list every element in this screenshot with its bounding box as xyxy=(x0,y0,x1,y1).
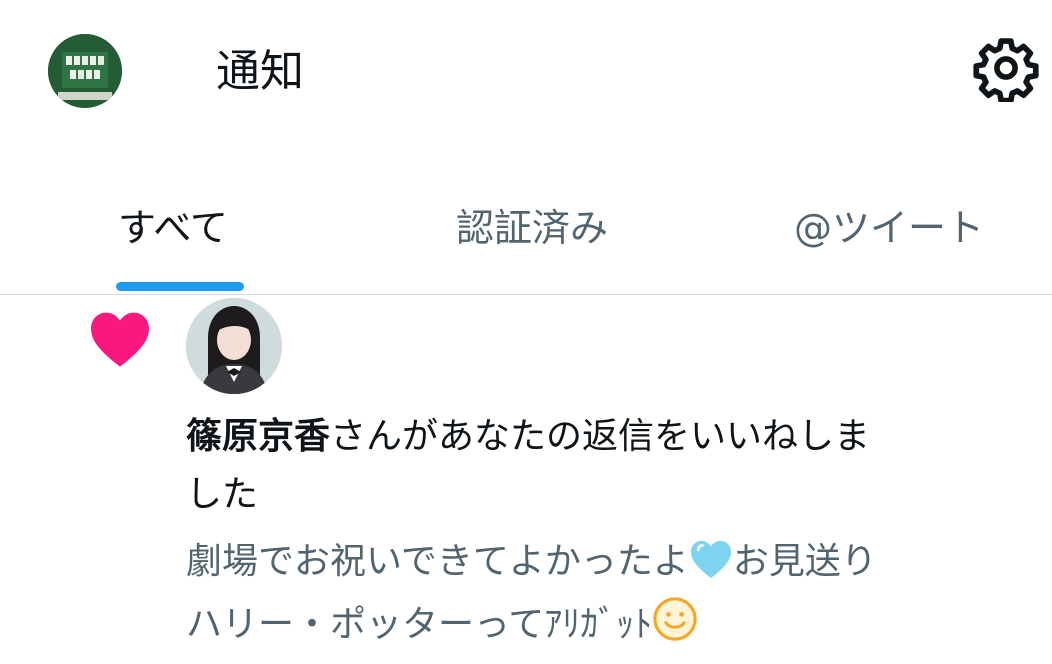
gear-icon[interactable] xyxy=(972,34,1040,104)
page-title: 通知 xyxy=(216,46,304,97)
avatar-image xyxy=(48,34,122,108)
tab-all[interactable]: すべて xyxy=(118,202,228,254)
header: 通知 xyxy=(0,0,1052,150)
heart-icon xyxy=(88,310,152,368)
notification-action-cont: した xyxy=(186,474,259,515)
reply-text-part3: ハリー・ポッターってｱﾘｶﾞｯﾄ xyxy=(186,604,653,645)
reply-text-part1: 劇場でお祝いできてよかったよ xyxy=(186,541,689,582)
user-name[interactable]: 篠原京香 xyxy=(186,416,330,457)
liked-reply-text: 劇場でお祝いできてよかったよ お見送りハリー・ポッターってｱﾘｶﾞｯﾄ xyxy=(186,534,1026,659)
tab-bar: すべて 認証済み @ツイート xyxy=(0,180,1052,296)
user-avatar[interactable] xyxy=(186,298,282,394)
reply-text-part2: お見送り xyxy=(732,541,877,582)
smiling-face-icon xyxy=(652,596,698,659)
notification-text: 篠原京香さんがあなたの返信をいいねしました xyxy=(186,408,1026,524)
tab-mentions[interactable]: @ツイート xyxy=(794,202,984,254)
light-blue-heart-icon xyxy=(689,539,733,596)
notification-item[interactable]: 篠原京香さんがあなたの返信をいいねしました 劇場でお祝いできてよかったよ お見送り… xyxy=(0,296,1052,664)
avatar-image xyxy=(186,298,282,394)
tab-divider xyxy=(0,294,1052,295)
active-tab-indicator xyxy=(116,282,244,291)
notification-action: さんがあなたの返信をいいねしま xyxy=(330,416,871,457)
tab-verified[interactable]: 認証済み xyxy=(456,202,608,254)
my-avatar[interactable] xyxy=(48,34,122,108)
